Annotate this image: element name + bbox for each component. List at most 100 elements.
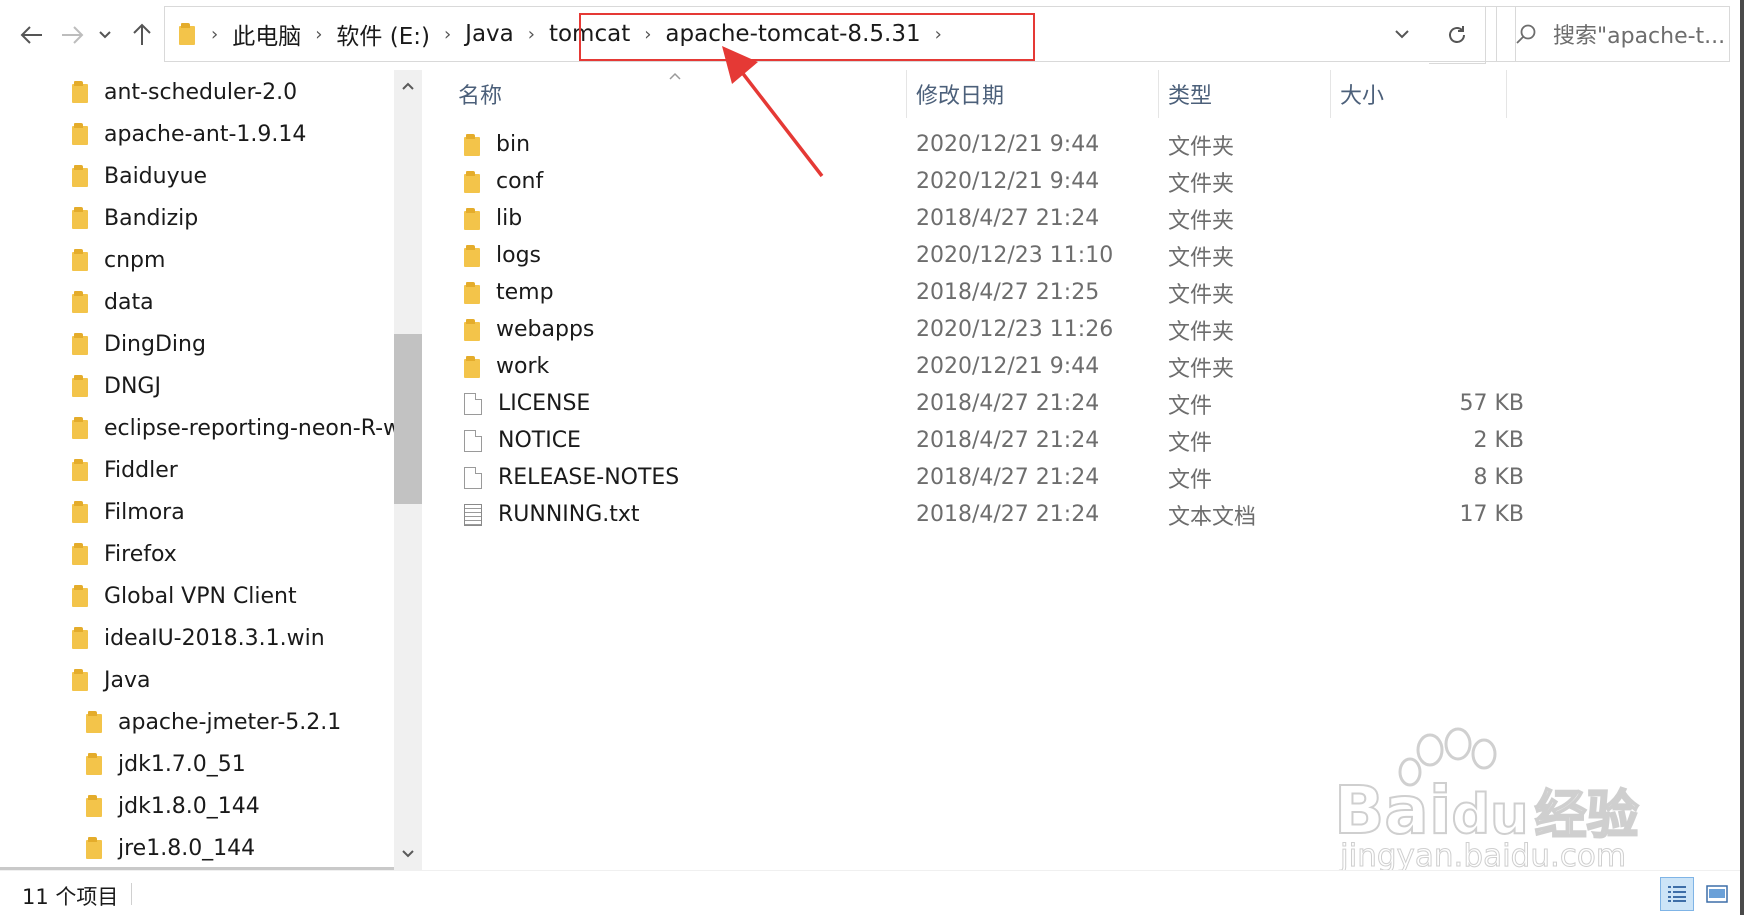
file-date: 2020/12/21 9:44	[916, 354, 1100, 379]
tree-item[interactable]: ant-scheduler-2.0	[72, 72, 297, 112]
tree-item[interactable]: jdk1.8.0_144	[86, 786, 260, 826]
file-row[interactable]: webapps 2020/12/23 11:26 文件夹	[430, 311, 1530, 348]
file-icon	[464, 466, 482, 489]
chevron-right-icon[interactable]: ›	[315, 24, 322, 45]
tree-item[interactable]: eclipse-reporting-neon-R-wi	[72, 408, 394, 448]
file-row[interactable]: lib 2018/4/27 21:24 文件夹	[430, 200, 1530, 237]
tree-item[interactable]: Bandizip	[72, 198, 198, 238]
file-list: 名称 修改日期 类型 大小 bin 2020/12/21 9:44 文件夹 co…	[430, 70, 1744, 870]
navigation-pane: ant-scheduler-2.0 apache-ant-1.9.14 Baid…	[0, 70, 424, 873]
chevron-right-icon[interactable]: ›	[444, 24, 451, 45]
tree-item[interactable]: jdk1.7.0_51	[86, 744, 246, 784]
recent-locations-chevron-icon[interactable]	[90, 16, 120, 54]
file-row[interactable]: RUNNING.txt 2018/4/27 21:24 文本文档 17 KB	[430, 496, 1530, 533]
file-row[interactable]: RELEASE-NOTES 2018/4/27 21:24 文件 8 KB	[430, 459, 1530, 496]
window-edge	[1740, 0, 1744, 915]
folder-icon	[86, 837, 102, 859]
folder-icon	[72, 585, 88, 607]
file-type: 文本文档	[1168, 504, 1257, 530]
scroll-up-icon[interactable]	[394, 72, 422, 100]
tree-item[interactable]: cnpm	[72, 240, 165, 280]
file-name: temp	[496, 280, 554, 305]
tree-item[interactable]: Fiddler	[72, 450, 178, 490]
folder-icon	[464, 170, 480, 193]
file-size	[1330, 274, 1524, 311]
tree-item-label: ant-scheduler-2.0	[104, 79, 298, 105]
file-date: 2020/12/23 11:10	[916, 243, 1114, 268]
file-date: 2020/12/21 9:44	[916, 132, 1100, 157]
file-type: 文件	[1168, 467, 1213, 493]
file-type: 文件夹	[1168, 171, 1235, 197]
search-input[interactable]: 搜索"apache-t...	[1496, 6, 1730, 62]
sort-ascending-icon	[668, 66, 682, 85]
tree-item-label: Baiduyue	[104, 163, 208, 189]
tree-item[interactable]: Java	[72, 660, 150, 700]
tree-item[interactable]: Filmora	[72, 492, 185, 532]
address-bar[interactable]: › 此电脑 › 软件 (E:) › Java › tomcat › apache…	[164, 6, 1516, 62]
file-row[interactable]: LICENSE 2018/4/27 21:24 文件 57 KB	[430, 385, 1530, 422]
file-row[interactable]: work 2020/12/21 9:44 文件夹	[430, 348, 1530, 385]
file-size	[1330, 200, 1524, 237]
column-header-size[interactable]: 大小	[1340, 70, 1460, 118]
tree-item[interactable]: DNGJ	[72, 366, 161, 406]
large-icons-view-icon[interactable]	[1700, 877, 1734, 911]
tree-item[interactable]: Global VPN Client	[72, 576, 297, 616]
folder-icon	[72, 627, 88, 649]
file-size: 2 KB	[1473, 428, 1524, 453]
tree-item[interactable]: apache-jmeter-5.2.1	[86, 702, 341, 742]
column-header-label: 类型	[1168, 84, 1213, 109]
file-row[interactable]: NOTICE 2018/4/27 21:24 文件 2 KB	[430, 422, 1530, 459]
file-size	[1330, 237, 1524, 274]
file-type: 文件夹	[1168, 356, 1235, 382]
column-divider[interactable]	[1506, 70, 1507, 118]
scroll-down-icon[interactable]	[394, 840, 422, 868]
column-divider[interactable]	[1158, 70, 1159, 118]
tree-item-label: DingDing	[104, 331, 206, 357]
folder-icon	[72, 165, 88, 187]
forward-arrow-icon[interactable]	[54, 16, 90, 54]
tree-item[interactable]: Firefox	[72, 534, 177, 574]
breadcrumb-drive-e[interactable]: 软件 (E:)	[336, 17, 430, 51]
chevron-right-icon[interactable]: ›	[211, 24, 218, 45]
item-count: 11 个项目	[22, 885, 119, 909]
column-header-date[interactable]: 修改日期	[916, 70, 1156, 118]
file-size: 57 KB	[1459, 391, 1524, 416]
folder-icon	[72, 333, 88, 355]
column-header-type[interactable]: 类型	[1168, 70, 1328, 118]
folder-icon	[86, 795, 102, 817]
tree-item[interactable]: apache-ant-1.9.14	[72, 114, 306, 154]
file-row[interactable]: logs 2020/12/23 11:10 文件夹	[430, 237, 1530, 274]
refresh-icon[interactable]	[1429, 6, 1486, 64]
tree-item[interactable]: DingDing	[72, 324, 206, 364]
tree-item[interactable]: ideaIU-2018.3.1.win	[72, 618, 325, 658]
tree-item-label: jdk1.7.0_51	[118, 751, 246, 777]
address-dropdown-chevron-icon[interactable]	[1378, 6, 1426, 62]
back-arrow-icon[interactable]	[14, 16, 50, 54]
file-date: 2018/4/27 21:24	[916, 206, 1100, 231]
chevron-right-icon[interactable]: ›	[528, 24, 535, 45]
tree-item[interactable]: jre1.8.0_144	[86, 828, 255, 868]
status-divider	[131, 883, 132, 905]
file-name: conf	[496, 169, 544, 194]
breadcrumb-java[interactable]: Java	[465, 21, 514, 47]
file-size: 8 KB	[1473, 465, 1524, 490]
file-type: 文件	[1168, 430, 1213, 456]
file-row[interactable]: bin 2020/12/21 9:44 文件夹	[430, 126, 1530, 163]
folder-icon	[464, 244, 480, 267]
file-name: NOTICE	[498, 428, 581, 453]
column-header-name[interactable]: 名称	[458, 70, 928, 118]
tree-item[interactable]: data	[72, 282, 154, 322]
column-divider[interactable]	[1330, 70, 1331, 118]
file-row[interactable]: temp 2018/4/27 21:25 文件夹	[430, 274, 1530, 311]
scrollbar-thumb[interactable]	[394, 334, 422, 504]
details-view-icon[interactable]	[1660, 877, 1694, 911]
file-name: logs	[496, 243, 541, 268]
column-divider[interactable]	[906, 70, 907, 118]
tree-item-label: DNGJ	[104, 373, 161, 399]
file-row[interactable]: conf 2020/12/21 9:44 文件夹	[430, 163, 1530, 200]
folder-icon	[86, 753, 102, 775]
tree-item[interactable]: Baiduyue	[72, 156, 207, 196]
up-arrow-icon[interactable]	[124, 16, 160, 54]
tree-item-label: data	[104, 289, 154, 315]
breadcrumb-this-pc[interactable]: 此电脑	[232, 17, 301, 51]
